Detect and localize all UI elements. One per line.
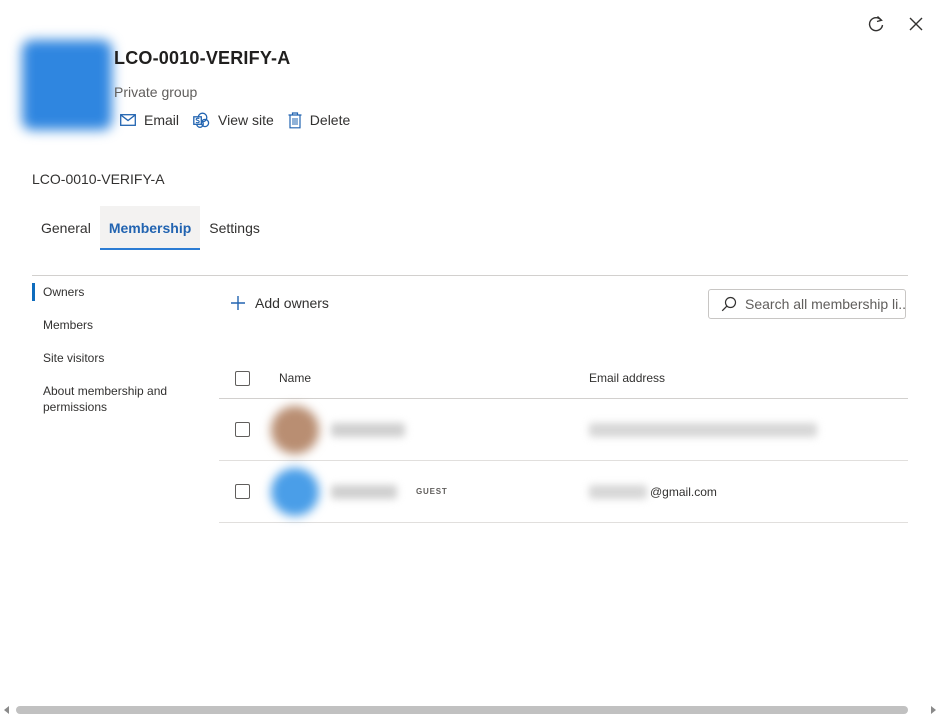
delete-button[interactable]: Delete xyxy=(288,110,350,130)
add-owners-button[interactable]: Add owners xyxy=(230,295,329,311)
refresh-icon xyxy=(868,15,884,32)
close-button[interactable] xyxy=(906,14,926,34)
nav-item-owners[interactable]: Owners xyxy=(32,282,202,302)
view-site-label: View site xyxy=(218,112,274,128)
mail-icon xyxy=(120,114,136,126)
row-checkbox[interactable] xyxy=(235,484,250,499)
scroll-right-arrow-icon[interactable] xyxy=(931,706,936,714)
scroll-left-arrow-icon[interactable] xyxy=(4,706,9,714)
search-icon xyxy=(721,296,737,312)
content-divider xyxy=(32,275,908,276)
avatar xyxy=(271,405,319,454)
email-label: Email xyxy=(144,112,180,128)
tab-general[interactable]: General xyxy=(32,206,100,250)
table-row[interactable] xyxy=(219,399,908,461)
owners-table: Name Email address GUEST @gmail.com xyxy=(219,358,908,523)
avatar xyxy=(271,467,319,516)
tab-membership[interactable]: Membership xyxy=(99,206,201,250)
column-header-name[interactable]: Name xyxy=(279,371,311,385)
column-header-email[interactable]: Email address xyxy=(589,371,665,385)
row-checkbox[interactable] xyxy=(235,422,250,437)
trash-icon xyxy=(288,111,302,128)
redacted-name xyxy=(331,484,397,499)
horizontal-scrollbar[interactable] xyxy=(0,703,940,717)
redacted-email xyxy=(589,484,647,499)
group-privacy: Private group xyxy=(114,84,198,100)
membership-nav: Owners Members Site visitors About membe… xyxy=(32,282,202,430)
sharepoint-icon xyxy=(193,112,210,128)
email-domain: @gmail.com xyxy=(650,484,717,499)
plus-icon xyxy=(231,296,245,310)
select-all-checkbox[interactable] xyxy=(235,370,250,386)
search-box[interactable] xyxy=(708,289,906,319)
group-avatar xyxy=(22,40,112,130)
search-input[interactable] xyxy=(745,296,905,312)
view-site-button[interactable]: View site xyxy=(193,110,274,130)
nav-item-site-visitors[interactable]: Site visitors xyxy=(32,348,202,368)
group-title: LCO-0010-VERIFY-A xyxy=(114,48,291,68)
refresh-button[interactable] xyxy=(866,14,886,34)
table-row[interactable]: GUEST @gmail.com xyxy=(219,461,908,523)
delete-label: Delete xyxy=(309,112,351,128)
nav-item-members[interactable]: Members xyxy=(32,315,202,335)
email-button[interactable]: Email xyxy=(120,110,179,130)
table-header-row: Name Email address xyxy=(219,358,908,399)
tab-settings[interactable]: Settings xyxy=(200,206,269,250)
scrollbar-thumb[interactable] xyxy=(16,706,908,714)
redacted-email xyxy=(589,422,817,437)
group-actions: Email View site Delete xyxy=(120,110,364,130)
tab-bar: General Membership Settings xyxy=(32,206,269,250)
nav-item-about-membership[interactable]: About membership and permissions xyxy=(32,381,202,417)
guest-badge: GUEST xyxy=(416,487,448,496)
breadcrumb: LCO-0010-VERIFY-A xyxy=(32,171,165,187)
close-icon xyxy=(909,17,923,31)
redacted-name xyxy=(331,422,405,437)
add-owners-label: Add owners xyxy=(255,295,329,311)
